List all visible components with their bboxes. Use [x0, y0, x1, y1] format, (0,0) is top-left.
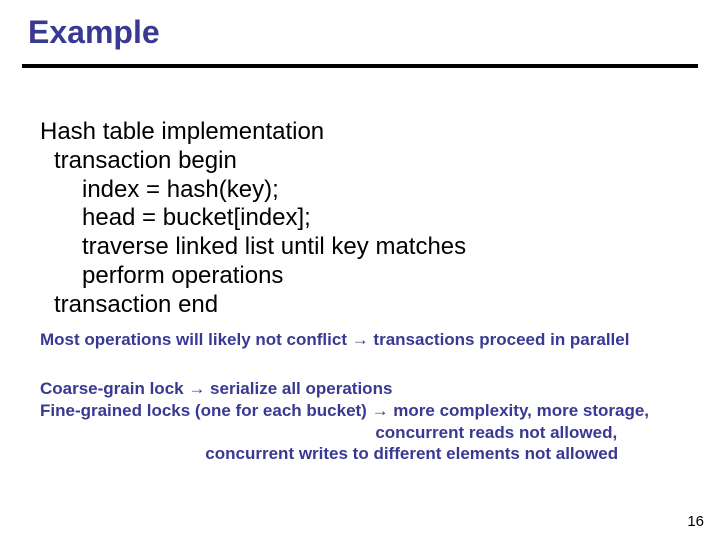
page-number: 16: [687, 513, 704, 530]
code-line: head = bucket[index];: [40, 204, 466, 233]
note-line: concurrent writes to different elements …: [40, 443, 649, 465]
note-line: Fine-grained locks (one for each bucket)…: [40, 400, 649, 422]
note-locks: Coarse-grain lock → serialize all operat…: [40, 378, 649, 465]
title-rule: [22, 64, 698, 68]
code-line: index = hash(key);: [40, 176, 466, 205]
note-line: concurrent reads not allowed,: [40, 422, 649, 444]
note-line: Coarse-grain lock → serialize all operat…: [40, 378, 649, 400]
code-block: Hash table implementation transaction be…: [40, 118, 466, 320]
slide-title: Example: [28, 14, 160, 51]
slide: Example Hash table implementation transa…: [0, 0, 720, 540]
code-line: perform operations: [40, 262, 466, 291]
code-line: Hash table implementation: [40, 118, 466, 147]
note-parallel: Most operations will likely not conflict…: [40, 330, 629, 350]
code-line: transaction end: [40, 291, 466, 320]
code-line: traverse linked list until key matches: [40, 233, 466, 262]
code-line: transaction begin: [40, 147, 466, 176]
